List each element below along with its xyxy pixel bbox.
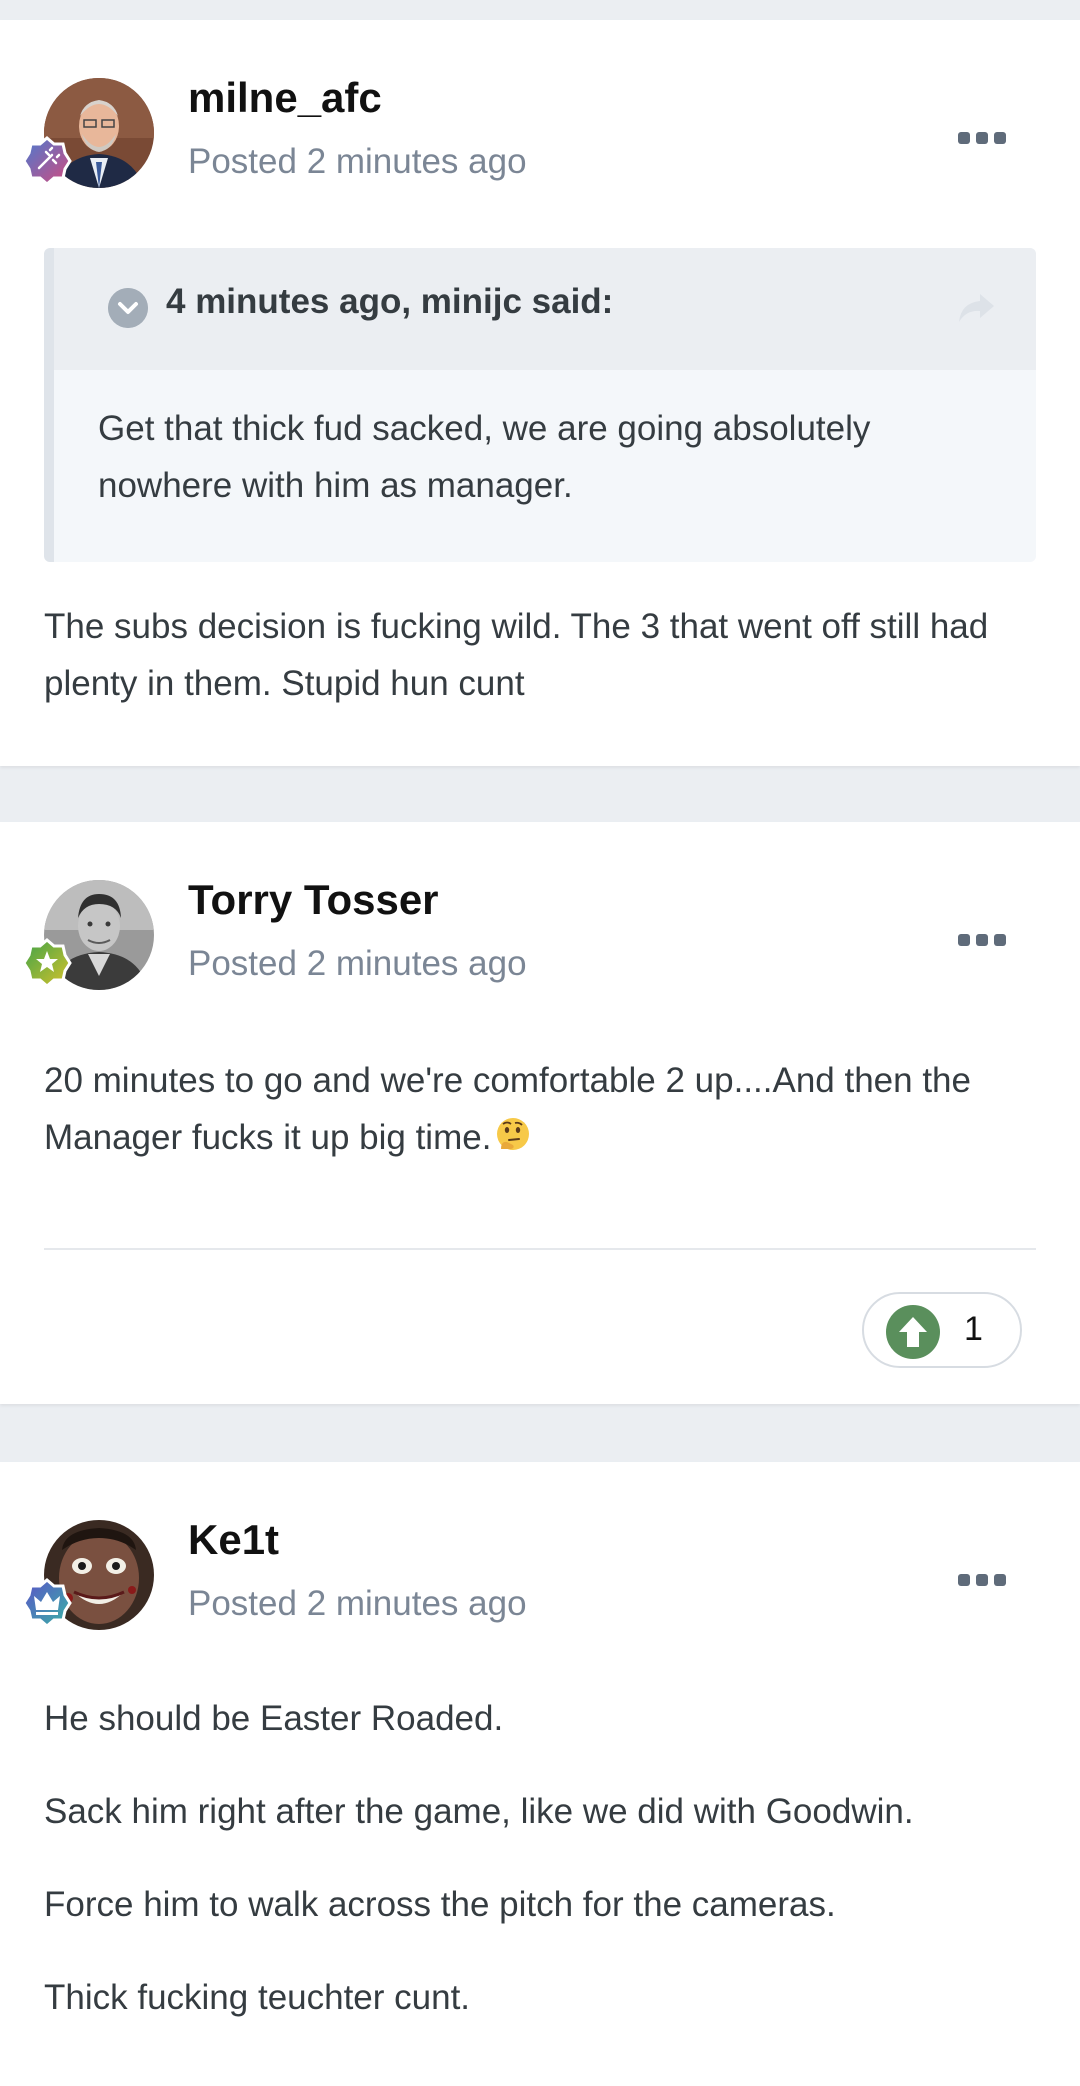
post-paragraph: Force him to walk across the pitch for t…: [44, 1885, 836, 1924]
more-dot-icon: [958, 934, 970, 946]
post-timestamp[interactable]: Posted 2 minutes ago: [188, 944, 527, 984]
author-avatar-wrap[interactable]: [22, 1520, 154, 1630]
forum-post: Torry Tosser Posted 2 minutes ago 20 min…: [0, 822, 1080, 1404]
post-options-button[interactable]: [958, 128, 1006, 148]
more-dot-icon: [976, 934, 988, 946]
post-paragraph: Sack him right after the game, like we d…: [44, 1792, 914, 1831]
more-dot-icon: [994, 934, 1006, 946]
more-dot-icon: [958, 132, 970, 144]
post-body: 20 minutes to go and we're comfortable 2…: [44, 1052, 1036, 1166]
more-dot-icon: [976, 1574, 988, 1586]
more-dot-icon: [994, 132, 1006, 144]
author-avatar-wrap[interactable]: [22, 78, 154, 188]
thinking-face-emoji: [497, 1118, 530, 1150]
author-avatar-wrap[interactable]: [22, 880, 154, 990]
forum-post: Ke1t Posted 2 minutes ago He should be E…: [0, 1462, 1080, 2086]
more-dot-icon: [976, 132, 988, 144]
more-dot-icon: [958, 1574, 970, 1586]
post-options-button[interactable]: [958, 1570, 1006, 1590]
rank-badge-icon: [22, 136, 72, 186]
quote-header[interactable]: 4 minutes ago, minijc said:: [54, 248, 1036, 370]
post-timestamp[interactable]: Posted 2 minutes ago: [188, 1584, 527, 1624]
quote-block: 4 minutes ago, minijc said: Get that thi…: [44, 248, 1036, 562]
chevron-down-icon[interactable]: [108, 288, 148, 328]
author-name[interactable]: milne_afc: [188, 74, 382, 122]
upvote-arrow-icon: [886, 1305, 940, 1359]
post-divider: [44, 1248, 1036, 1250]
rank-badge-icon: [22, 1578, 72, 1628]
post-body: The subs decision is fucking wild. The 3…: [44, 607, 989, 703]
author-name[interactable]: Torry Tosser: [188, 876, 439, 924]
forum-post: milne_afc Posted 2 minutes ago 4 minutes…: [0, 20, 1080, 766]
post-options-button[interactable]: [958, 930, 1006, 950]
rank-badge-icon: [22, 938, 72, 988]
post-paragraph: Thick fucking teuchter cunt.: [44, 1978, 471, 2017]
post-timestamp[interactable]: Posted 2 minutes ago: [188, 142, 527, 182]
quote-citation: 4 minutes ago, minijc said:: [166, 282, 614, 321]
more-dot-icon: [994, 1574, 1006, 1586]
share-arrow-icon[interactable]: [956, 290, 996, 326]
quote-text: Get that thick fud sacked, we are going …: [98, 409, 871, 505]
author-name[interactable]: Ke1t: [188, 1516, 279, 1564]
reaction-button[interactable]: 1: [862, 1292, 1022, 1368]
reaction-count: 1: [964, 1310, 983, 1348]
post-paragraph: He should be Easter Roaded.: [44, 1699, 504, 1738]
